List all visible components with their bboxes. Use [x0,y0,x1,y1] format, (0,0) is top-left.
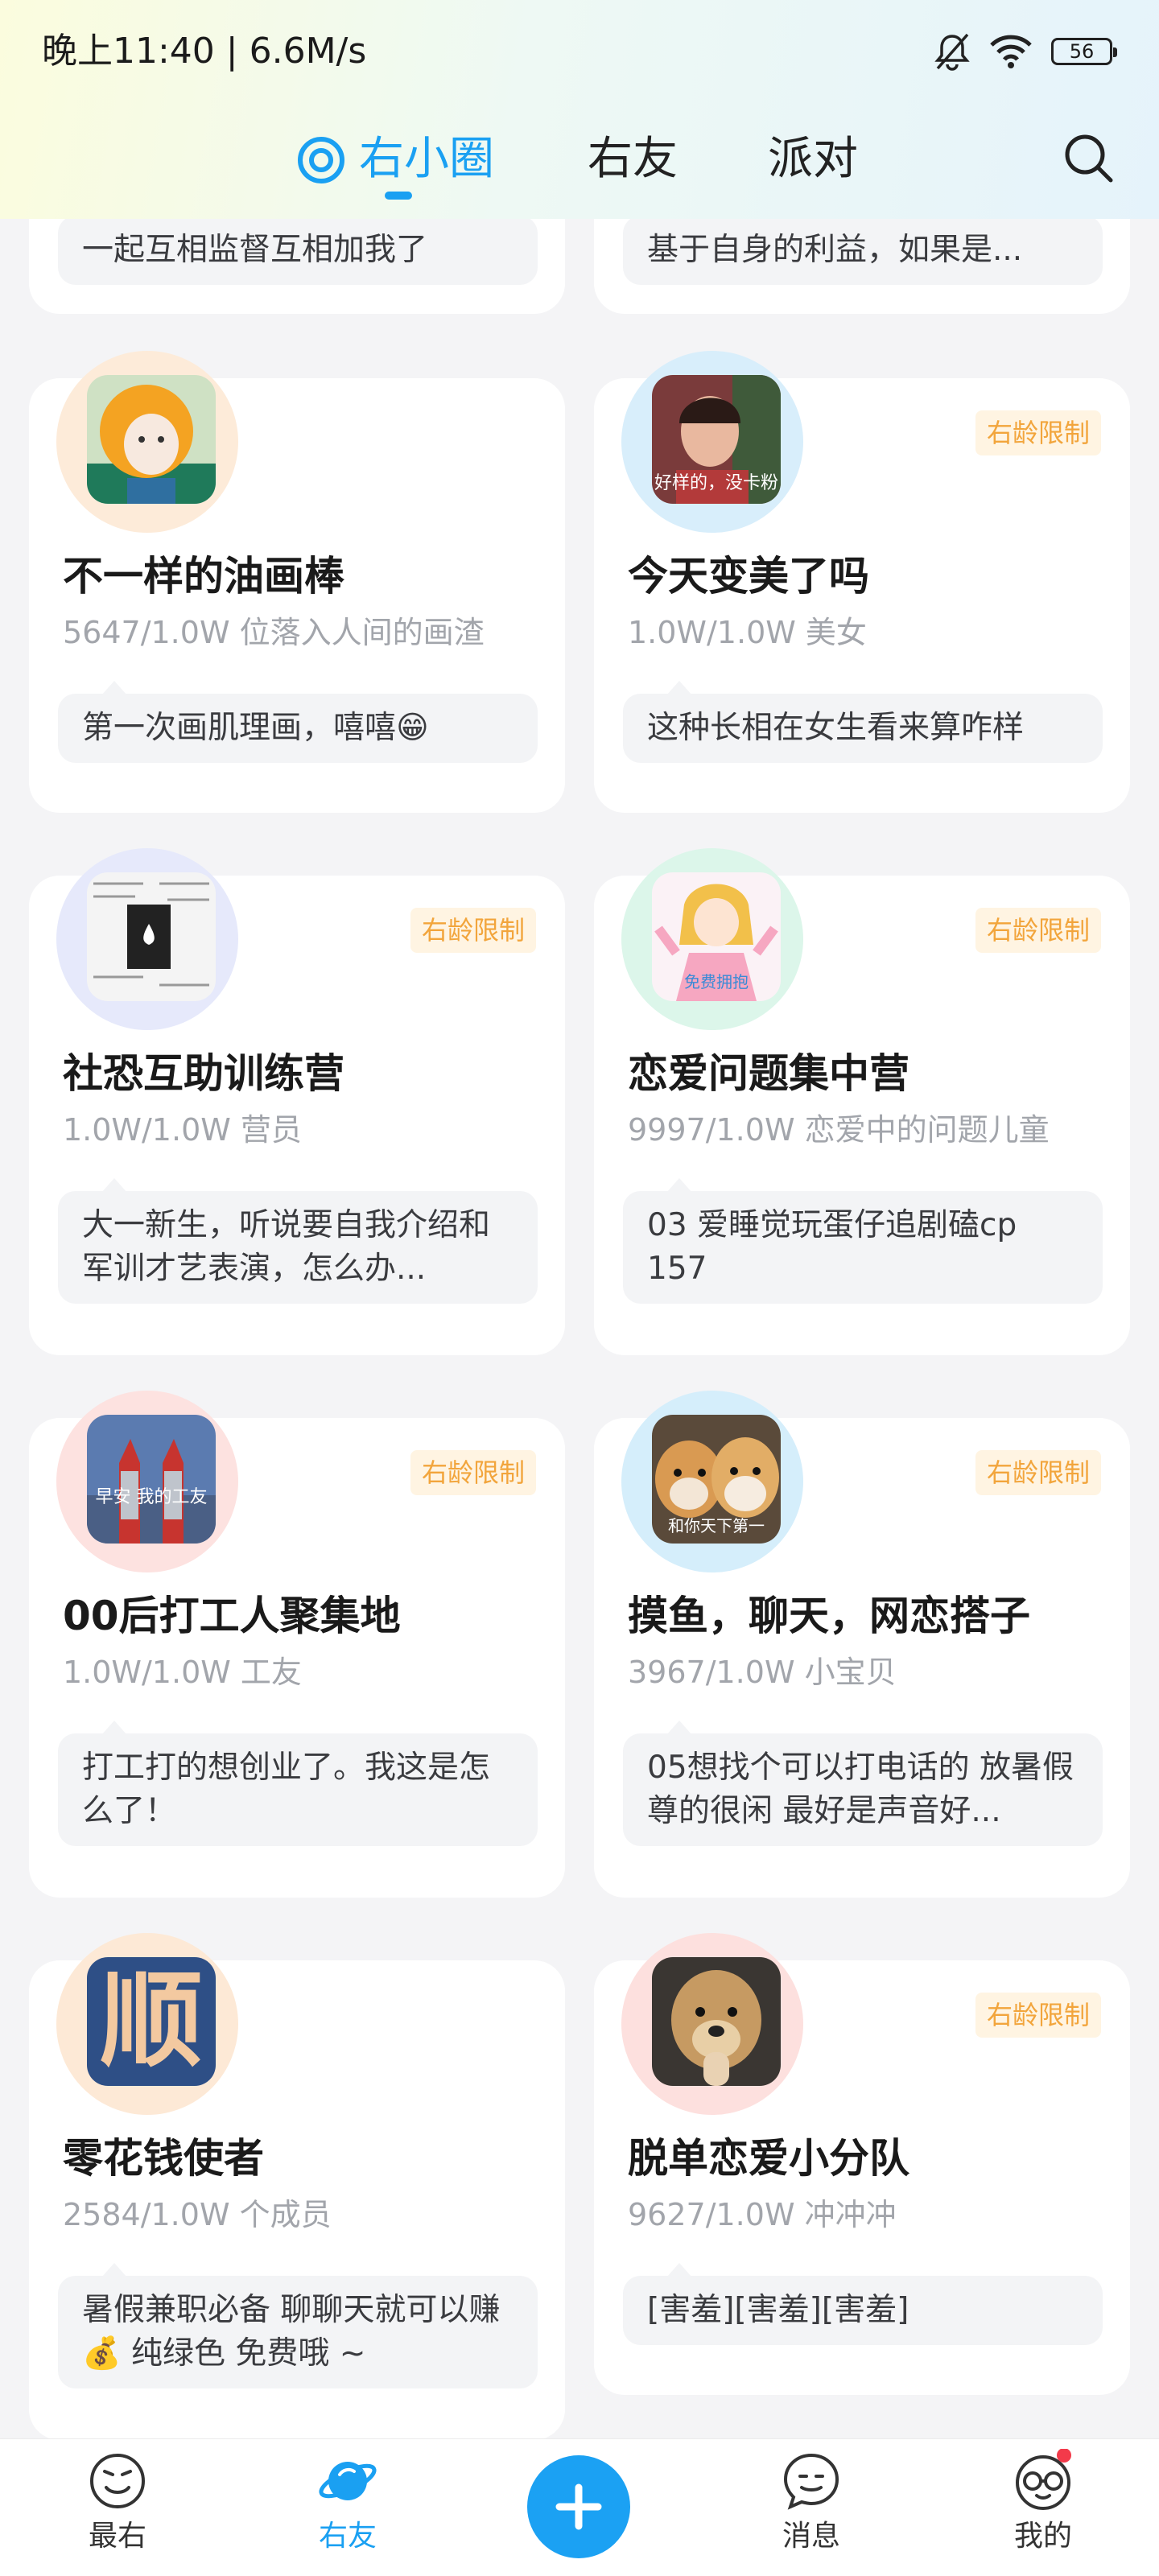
card-snippet: [害羞][害羞][害羞] [623,2263,1103,2345]
plus-icon [555,2483,602,2530]
circle-avatar [87,872,216,1001]
card-title: 社恐互助训练营 [63,1050,344,1097]
card-snippet: 一起互相监督互相加我了 [58,203,538,285]
card-snippet: 基于自身的利益，如果是... [623,203,1103,285]
card-snippet: 暑假兼职必备 聊聊天就可以赚💰 纯绿色 免费哦 ~ [58,2263,538,2388]
circle-avatar: 免费拥抱 [652,872,781,1001]
card-title: 不一样的油画棒 [63,553,344,600]
card-snippet: 打工打的想创业了。我这是怎么了！ [58,1721,538,1846]
circle-target-icon [298,137,344,183]
card-snippet: 这种长相在女生看来算咋样 [623,681,1103,763]
card-title: 脱单恋爱小分队 [628,2135,909,2182]
circle-card-love-problems[interactable]: 免费拥抱 右龄限制 恋爱问题集中营 9997/1.0W 恋爱中的问题儿童 03 … [594,848,1130,1355]
circle-card-oil-painting[interactable]: 不一样的油画棒 5647/1.0W 位落入人间的画渣 第一次画肌理画，嘻嘻😁 [29,351,565,813]
battery-level: 56 [1069,40,1095,63]
card-meta: 3967/1.0W 小宝贝 [628,1655,897,1690]
tab-indicator [385,192,412,200]
circle-card-pocket-money[interactable]: 顺 零花钱使者 2584/1.0W 个成员 暑假兼职必备 聊聊天就可以赚💰 纯绿… [29,1933,565,2440]
status-time-speed: 晚上11:40 | 6.6M/s [42,31,367,72]
avatar-caption: 早安 我的工友 [95,1487,208,1507]
tab-circles[interactable]: 右小圈 [359,127,494,192]
circle-card-social-anxiety[interactable]: 右龄限制 社恐互助训练营 1.0W/1.0W 营员 大一新生，听说要自我介绍和军… [29,848,565,1355]
tab-friends[interactable]: 右友 [588,127,678,192]
card-title: 今天变美了吗 [628,553,869,600]
bottom-tab-youyou[interactable]: 右友 [291,2449,404,2557]
planet-icon [319,2462,377,2500]
circle-card-slacking-chat[interactable]: 和你天下第一 右龄限制 摸鱼，聊天，网恋搭子 3967/1.0W 小宝贝 05想… [594,1391,1130,1898]
card-meta: 2584/1.0W 个成员 [63,2197,332,2232]
chat-bubble-icon [783,2453,839,2510]
circle-avatar: 顺 [87,1957,216,2086]
card-snippet: 03 爱睡觉玩蛋仔追剧磕cp 157 [623,1178,1103,1304]
card-meta: 1.0W/1.0W 美女 [628,615,867,650]
bottom-tab-label: 右友 [318,2520,377,2553]
age-limit-badge: 右龄限制 [410,1450,536,1495]
circle-avatar [652,1957,781,2086]
avatar-glyph: 顺 [99,1961,203,2081]
card-meta: 5647/1.0W 位落入人间的画渣 [63,615,485,650]
circle-card-dating-squad[interactable]: 右龄限制 脱单恋爱小分队 9627/1.0W 冲冲冲 [害羞][害羞][害羞] [594,1933,1130,2395]
avatar-caption: 免费拥抱 [684,972,749,991]
circle-card-beauty[interactable]: 好样的，没卡粉 右龄限制 今天变美了吗 1.0W/1.0W 美女 这种长相在女生… [594,351,1130,813]
card-title: 零花钱使者 [63,2135,264,2182]
avatar-caption: 好样的，没卡粉 [654,473,778,493]
age-limit-badge: 右龄限制 [975,908,1101,953]
card-snippet: 大一新生，听说要自我介绍和军训才艺表演，怎么办... [58,1178,538,1304]
glasses-face-icon [1016,2449,1071,2510]
age-limit-badge: 右龄限制 [975,1993,1101,2038]
search-icon[interactable] [1061,130,1117,187]
card-meta: 1.0W/1.0W 营员 [63,1112,302,1148]
age-limit-badge: 右龄限制 [975,1450,1101,1495]
circle-avatar: 早安 我的工友 [87,1415,216,1544]
circle-avatar: 好样的，没卡粉 [652,375,781,504]
mute-bell-icon [934,33,970,71]
circle-card-workers[interactable]: 早安 我的工友 右龄限制 00后打工人聚集地 1.0W/1.0W 工友 打工打的… [29,1391,565,1898]
card-snippet: 第一次画肌理画，嘻嘻😁 [58,681,538,763]
battery-icon: 56 [1051,38,1117,65]
status-icons: 56 [934,27,1117,76]
bottom-tab-bar: 最右 右友 消息 我的 [0,2438,1159,2576]
card-snippet: 05想找个可以打电话的 放暑假尊的很闲 最好是声音好... [623,1721,1103,1846]
card-meta: 1.0W/1.0W 工友 [63,1655,302,1690]
age-limit-badge: 右龄限制 [410,908,536,953]
top-header: 晚上11:40 | 6.6M/s 56 右小圈 右友 派对 [0,0,1159,219]
bottom-tab-zuiyou[interactable]: 最右 [61,2449,174,2557]
add-post-button[interactable] [527,2455,630,2558]
age-limit-badge: 右龄限制 [975,410,1101,455]
bottom-tab-label: 最右 [88,2520,146,2553]
card-title: 摸鱼，聊天，网恋搭子 [628,1593,1030,1639]
card-title: 恋爱问题集中营 [628,1050,909,1097]
tab-party[interactable]: 派对 [768,127,858,192]
circle-avatar: 和你天下第一 [652,1415,781,1544]
card-title: 00后打工人聚集地 [63,1593,401,1639]
circle-avatar [87,375,216,504]
wifi-icon [990,35,1032,68]
smiley-face-icon [89,2453,146,2509]
bottom-tab-me[interactable]: 我的 [987,2449,1099,2557]
bottom-tab-label: 我的 [1013,2520,1072,2553]
card-meta: 9997/1.0W 恋爱中的问题儿童 [628,1112,1050,1148]
card-meta: 9627/1.0W 冲冲冲 [628,2197,897,2232]
bottom-tab-label: 消息 [782,2520,840,2553]
avatar-caption: 和你天下第一 [668,1516,765,1535]
top-nav: 右小圈 右友 派对 [0,121,1159,201]
bottom-tab-messages[interactable]: 消息 [755,2449,868,2557]
